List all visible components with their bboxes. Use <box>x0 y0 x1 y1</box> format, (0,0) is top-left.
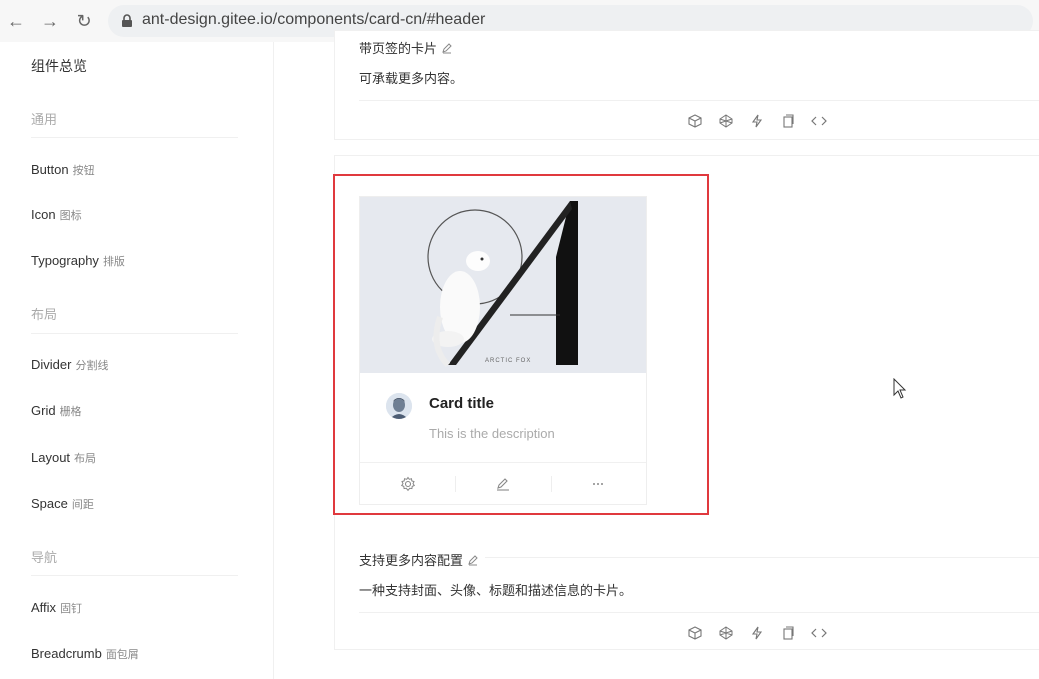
demo-actions <box>686 624 827 641</box>
card-description: This is the description <box>429 426 555 441</box>
demo-description: 可承载更多内容。 <box>359 71 464 86</box>
demo-title-text: 带页签的卡片 <box>359 41 438 56</box>
mouse-cursor-icon <box>893 378 907 399</box>
sidebar-item-layout[interactable]: Layout 布局 <box>31 450 96 466</box>
sidebar-item-label: Divider <box>31 357 72 372</box>
sidebar-group-navigation: 导航 <box>31 550 58 565</box>
sidebar-group-layout: 布局 <box>31 307 58 322</box>
cover-illustration <box>360 197 646 373</box>
sidebar-item-label: Layout <box>31 450 71 465</box>
sidebar-item-label: Space <box>31 496 68 511</box>
sidebar-item-sublabel: 按钮 <box>72 165 95 177</box>
codesandbox-icon[interactable] <box>686 624 703 641</box>
sidebar-divider <box>31 575 238 576</box>
demo-divider <box>359 100 1039 101</box>
sidebar-item-affix[interactable]: Affix 固钉 <box>31 600 82 616</box>
sidebar-item-breadcrumb[interactable]: Breadcrumb 面包屑 <box>31 646 139 662</box>
sidebar-item-sublabel: 面包屑 <box>105 649 139 661</box>
setting-icon[interactable] <box>360 463 455 505</box>
card-title: Card title <box>429 395 495 412</box>
expand-code-icon[interactable] <box>810 112 827 129</box>
cover-caption: ARCTIC FOX <box>485 358 532 364</box>
sidebar-item-divider[interactable]: Divider 分割线 <box>31 357 108 373</box>
sidebar-item-sublabel: 栅格 <box>59 406 82 418</box>
url-text: ant-design.gitee.io/components/card-cn/#… <box>142 11 486 28</box>
sidebar-item-label: Grid <box>31 403 56 418</box>
sidebar-item-label: Icon <box>31 207 56 222</box>
riddle-icon[interactable] <box>748 112 765 129</box>
sidebar-item-sublabel: 布局 <box>74 453 97 465</box>
card-cover-image: ARCTIC FOX <box>360 197 646 373</box>
sidebar-item-grid[interactable]: Grid 栅格 <box>31 403 82 419</box>
sidebar-divider <box>31 333 238 334</box>
codesandbox-icon[interactable] <box>686 112 703 129</box>
sidebar-item-space[interactable]: Space 间距 <box>31 496 94 512</box>
sidebar-item-sublabel: 固钉 <box>60 603 83 615</box>
edit-icon[interactable] <box>455 463 550 505</box>
codepen-icon[interactable] <box>717 112 734 129</box>
sidebar-item-label: Affix <box>31 600 57 615</box>
sidebar-item-sublabel: 间距 <box>71 499 94 511</box>
sidebar-item-sublabel: 分割线 <box>75 360 109 372</box>
sidebar-item-button[interactable]: Button 按钮 <box>31 162 95 178</box>
card-actions <box>360 462 646 505</box>
sidebar-divider <box>31 137 238 138</box>
sidebar-group-general: 通用 <box>31 112 58 127</box>
sidebar-item-label: Button <box>31 162 69 177</box>
sidebar: 组件总览 通用 Button 按钮 Icon 图标 Typography 排版 布局 … <box>0 42 274 679</box>
avatar <box>386 393 412 419</box>
riddle-icon[interactable] <box>748 624 765 641</box>
sidebar-item-sublabel: 排版 <box>102 256 125 268</box>
expand-code-icon[interactable] <box>810 624 827 641</box>
demo-title: 支持更多内容配置 <box>359 550 486 569</box>
demo-title-text: 支持更多内容配置 <box>359 553 464 568</box>
codepen-icon[interactable] <box>717 624 734 641</box>
sidebar-item-sublabel: 图标 <box>59 210 82 222</box>
demo-divider <box>359 612 1039 613</box>
edit-icon[interactable] <box>467 554 479 566</box>
ellipsis-icon[interactable] <box>550 463 646 505</box>
demo-actions <box>686 112 827 129</box>
edit-icon[interactable] <box>441 42 453 54</box>
demo-title: 带页签的卡片 <box>359 38 453 57</box>
sidebar-item-icon[interactable]: Icon 图标 <box>31 207 82 223</box>
forward-arrow-icon[interactable]: → <box>38 9 62 33</box>
reload-icon[interactable]: ↻ <box>72 9 96 33</box>
copy-icon[interactable] <box>779 624 796 641</box>
sidebar-item-label: Typography <box>31 253 99 268</box>
copy-icon[interactable] <box>779 112 796 129</box>
sidebar-item-label: Breadcrumb <box>31 646 102 661</box>
demo-description: 一种支持封面、头像、标题和描述信息的卡片。 <box>359 583 633 598</box>
card: ARCTIC FOX Card title This is the descri… <box>359 196 647 505</box>
sidebar-item-overview[interactable]: 组件总览 <box>31 56 87 76</box>
sidebar-item-typography[interactable]: Typography 排版 <box>31 253 125 269</box>
lock-icon <box>122 14 132 27</box>
back-arrow-icon[interactable]: ← <box>4 9 28 33</box>
